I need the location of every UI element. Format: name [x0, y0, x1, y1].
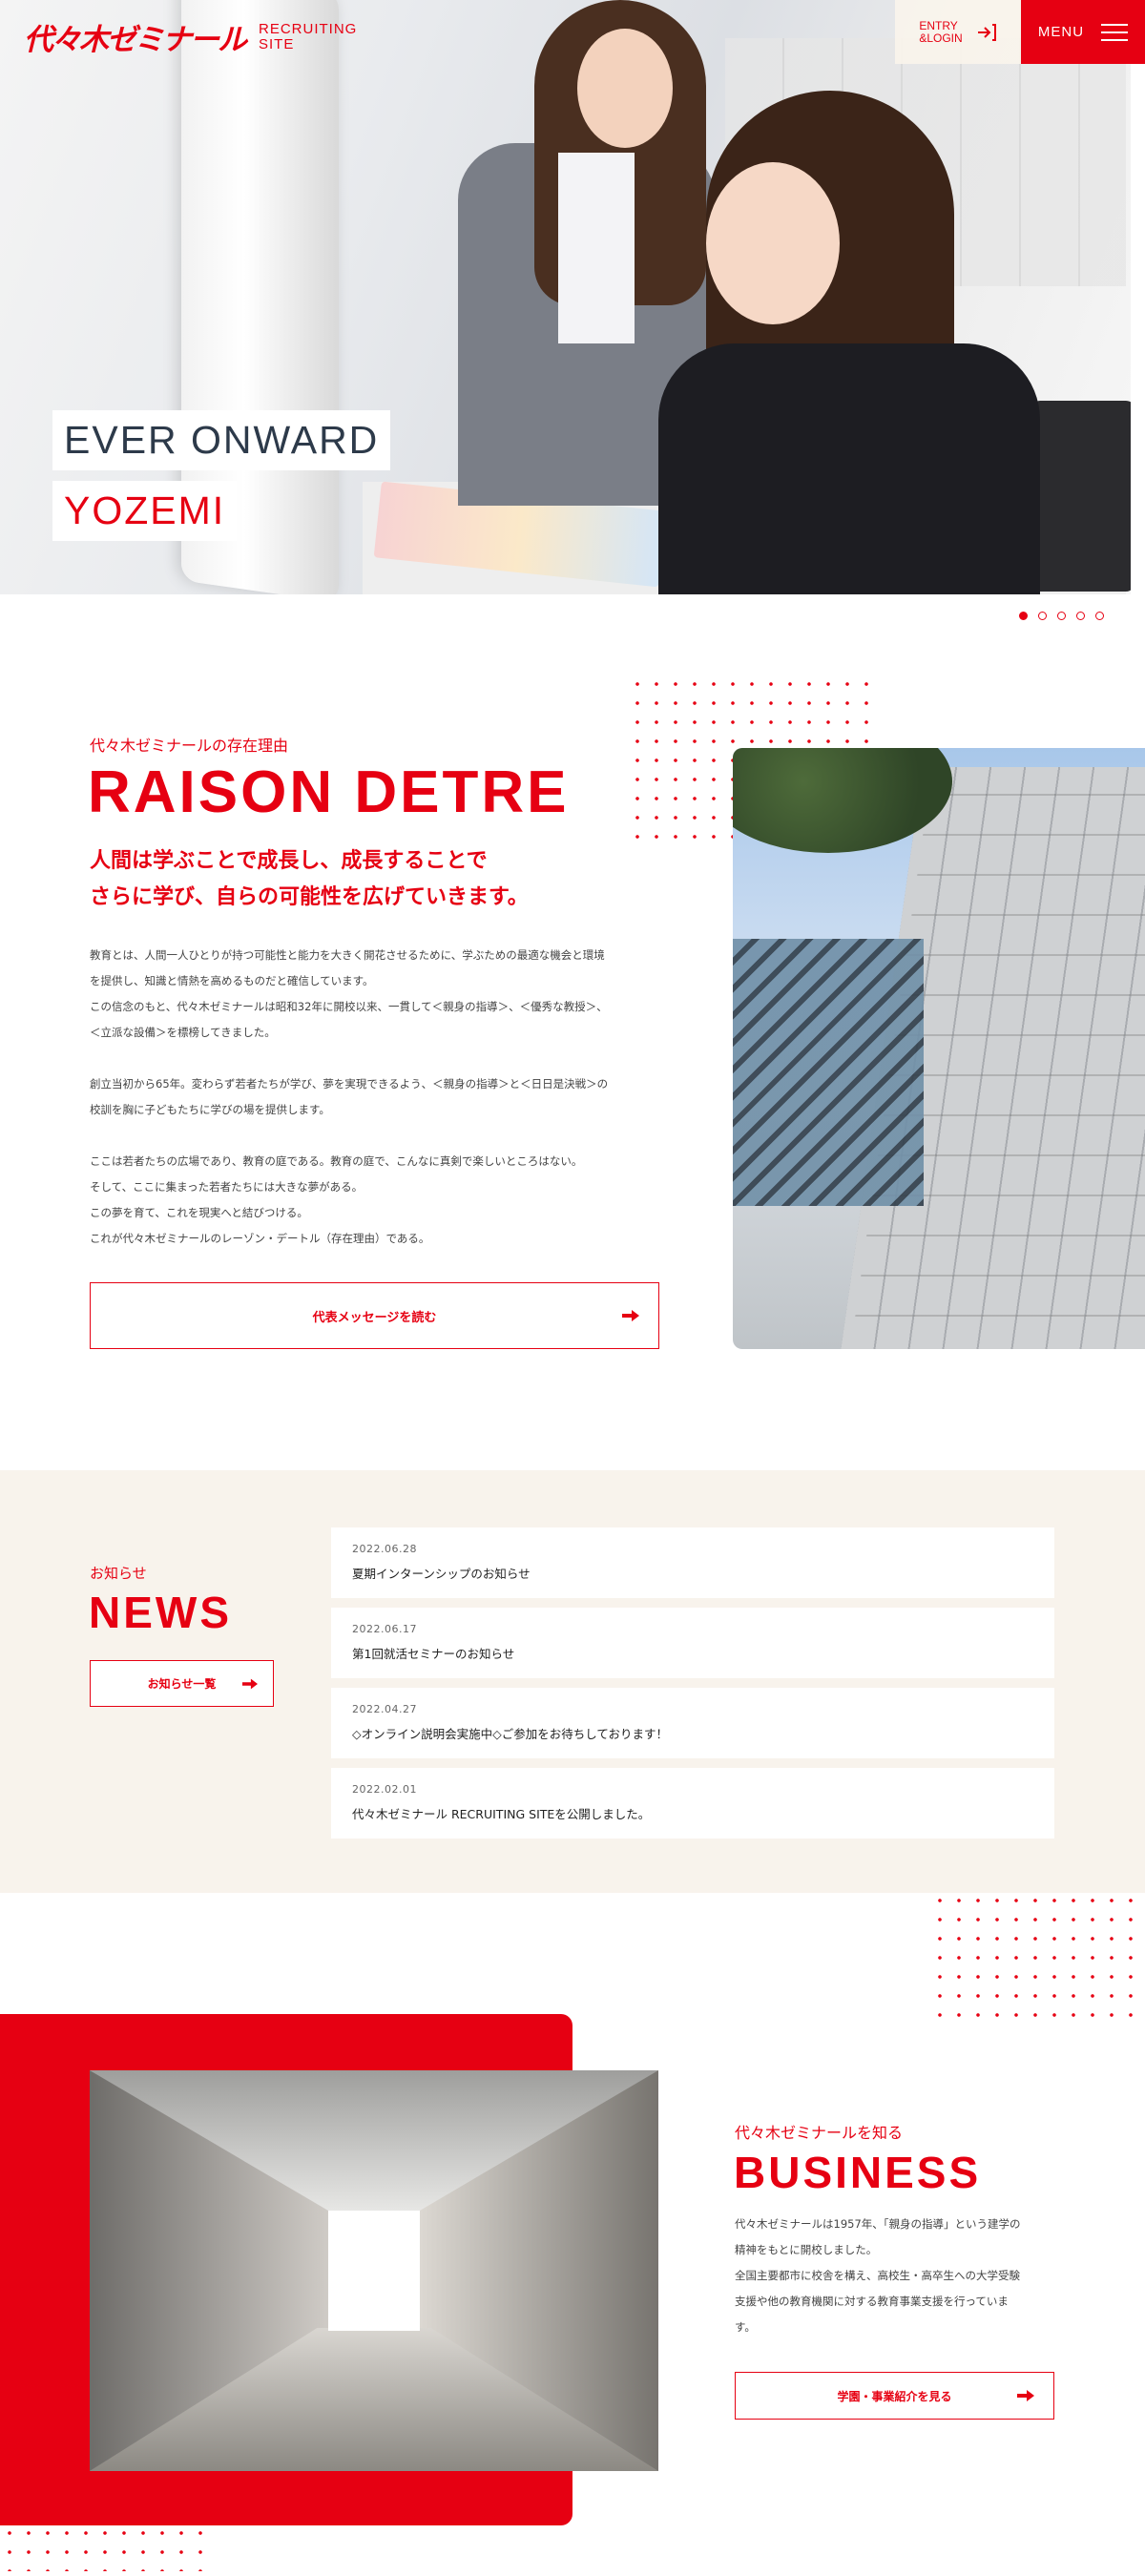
dot-pattern-decoration	[930, 1891, 1145, 2029]
news-date: 2022.06.17	[352, 1623, 417, 1635]
raison-subtitle: 代々木ゼミナールの存在理由	[90, 737, 289, 755]
corridor-window	[328, 2211, 420, 2331]
building-photo	[733, 748, 1145, 1349]
news-list-button[interactable]: お知らせ一覧	[90, 1660, 274, 1707]
slider-dot[interactable]	[1095, 612, 1104, 620]
raison-text-line: そして、ここに集まった若者たちには大きな夢がある。	[90, 1180, 364, 1194]
raison-text-line: 校訓を胸に子どもたちに学びの場を提供します。	[90, 1103, 330, 1116]
entry-label-line2: &LOGIN	[919, 31, 963, 45]
hamburger-icon	[1101, 18, 1129, 47]
menu-button[interactable]: MENU	[1021, 0, 1145, 64]
slider-pagination	[1019, 612, 1104, 620]
raison-text-line: ここは若者たちの広場であり、教育の庭である。教育の庭で、こんなに真剣で楽しいとこ…	[90, 1154, 583, 1168]
entry-login-label: ENTRY &LOGIN	[919, 18, 963, 45]
business-text-line: 全国主要都市に校舎を構え、高校生・高卒生への大学受験	[735, 2269, 1020, 2282]
news-item[interactable]: 2022.06.17 第1回就活セミナーのお知らせ	[331, 1608, 1054, 1678]
slider-dot[interactable]	[1019, 612, 1028, 620]
news-text: ◇オンライン説明会実施中◇ご参加をお待ちしております！	[352, 1727, 668, 1741]
hero-title-line2: YOZEMI	[52, 481, 238, 541]
arrow-right-icon	[242, 1678, 258, 1689]
raison-text-line: ＜立派な設備＞を標榜してきました。	[90, 1026, 276, 1039]
site-logo[interactable]: 代々木ゼミナール RECRUITING SITE	[24, 15, 357, 58]
raison-title: RAISON DETRE	[88, 759, 570, 825]
raison-paragraph: 創立当初から65年。変わらず若者たちが学び、夢を実現できるよう、＜親身の指導＞と…	[90, 1071, 672, 1123]
news-text: 夏期インターンシップのお知らせ	[352, 1567, 531, 1581]
news-list: 2022.06.28 夏期インターンシップのお知らせ 2022.06.17 第1…	[331, 1527, 1054, 1848]
news-date: 2022.04.27	[352, 1703, 417, 1715]
business-text-line: 代々木ゼミナールは1957年、「親身の指導」という建学の	[735, 2217, 1021, 2231]
business-intro-label: 学園・事業紹介を見る	[837, 2389, 952, 2403]
news-text: 第1回就活セミナーのお知らせ	[352, 1647, 515, 1661]
entry-label-line1: ENTRY	[919, 18, 958, 32]
logo-subtitle: RECRUITING SITE	[259, 20, 358, 52]
entry-login-button[interactable]: ENTRY &LOGIN	[895, 0, 1021, 64]
logo-sub-line2: SITE	[259, 35, 295, 52]
arrow-right-icon	[1017, 2390, 1034, 2401]
news-date: 2022.02.01	[352, 1783, 417, 1796]
building-glass-canopy	[733, 939, 924, 1206]
raison-paragraph: 教育とは、人間一人ひとりが持つ可能性と能力を大きく開花させるために、学ぶための最…	[90, 943, 672, 1046]
news-list-label: お知らせ一覧	[147, 1677, 217, 1691]
menu-label: MENU	[1037, 24, 1085, 40]
logo-mark: 代々木ゼミナール	[24, 23, 247, 57]
business-text-line: す。	[735, 2320, 756, 2334]
read-message-label: 代表メッセージを読む	[312, 1310, 437, 1325]
business-subtitle: 代々木ゼミナールを知る	[735, 2124, 904, 2142]
news-title: NEWS	[89, 1588, 232, 1637]
site-header: 代々木ゼミナール RECRUITING SITE ENTRY &LOGIN ME…	[0, 0, 1145, 65]
login-arrow-icon	[977, 23, 996, 41]
raison-lead-line2: さらに学び、自らの可能性を広げていきます。	[90, 885, 529, 909]
dot-pattern-decoration	[0, 2504, 210, 2571]
raison-text-line: この夢を育て、これを現実へと結びつける。	[90, 1206, 308, 1219]
read-message-button[interactable]: 代表メッセージを読む	[90, 1282, 659, 1349]
news-date: 2022.06.28	[352, 1543, 417, 1555]
raison-text-line: この信念のもと、代々木ゼミナールは昭和32年に開校以来、一貫して＜親身の指導＞、…	[90, 1000, 608, 1013]
raison-text-line: を提供し、知識と情熱を高めるものだと確信しています。	[90, 974, 374, 987]
raison-lead-line1: 人間は学ぶことで成長し、成長することで	[90, 849, 488, 873]
raison-lead: 人間は学ぶことで成長し、成長することで さらに学び、自らの可能性を広げていきます…	[90, 843, 681, 916]
business-body: 代々木ゼミナールは1957年、「親身の指導」という建学の 精神をもとに開校しまし…	[735, 2212, 1050, 2340]
raison-paragraph: ここは若者たちの広場であり、教育の庭である。教育の庭で、こんなに真剣で楽しいとこ…	[90, 1149, 672, 1252]
news-section: お知らせ NEWS お知らせ一覧 2022.06.28 夏期インターンシップのお…	[0, 1470, 1145, 1893]
business-text-line: 支援や他の教育機関に対する教育事業支援を行っていま	[735, 2295, 1009, 2308]
hero-photo-person2-face	[706, 162, 840, 324]
hero-photo-person2	[658, 343, 1040, 594]
hero-slider: EVER ONWARD YOZEMI	[0, 0, 1131, 594]
slider-dot[interactable]	[1076, 612, 1085, 620]
arrow-right-icon	[622, 1310, 639, 1321]
slider-dot[interactable]	[1038, 612, 1047, 620]
business-title: BUSINESS	[734, 2148, 982, 2197]
hero-photo-person1-shirt	[558, 153, 635, 343]
news-subtitle: お知らせ	[90, 1565, 147, 1582]
slider-dot[interactable]	[1057, 612, 1066, 620]
news-item[interactable]: 2022.04.27 ◇オンライン説明会実施中◇ご参加をお待ちしております！	[331, 1688, 1054, 1758]
raison-text-line: 創立当初から65年。変わらず若者たちが学び、夢を実現できるよう、＜親身の指導＞と…	[90, 1077, 609, 1091]
business-text-line: 精神をもとに開校しました。	[735, 2243, 878, 2256]
logo-sub-line1: RECRUITING	[259, 20, 358, 37]
hero-title-line1: EVER ONWARD	[52, 410, 391, 470]
news-item[interactable]: 2022.02.01 代々木ゼミナール RECRUITING SITEを公開しま…	[331, 1768, 1054, 1839]
raison-text-line: 教育とは、人間一人ひとりが持つ可能性と能力を大きく開花させるために、学ぶための最…	[90, 948, 605, 962]
raison-text-line: これが代々木ゼミナールのレーゾン・デートル（存在理由）である。	[90, 1232, 430, 1245]
corridor-photo	[90, 2070, 658, 2471]
hero-photo-chair	[1030, 401, 1131, 592]
raison-body: 教育とは、人間一人ひとりが持つ可能性と能力を大きく開花させるために、学ぶための最…	[90, 943, 672, 1278]
news-text: 代々木ゼミナール RECRUITING SITEを公開しました。	[352, 1807, 651, 1821]
news-item[interactable]: 2022.06.28 夏期インターンシップのお知らせ	[331, 1527, 1054, 1598]
business-intro-button[interactable]: 学園・事業紹介を見る	[735, 2372, 1054, 2420]
